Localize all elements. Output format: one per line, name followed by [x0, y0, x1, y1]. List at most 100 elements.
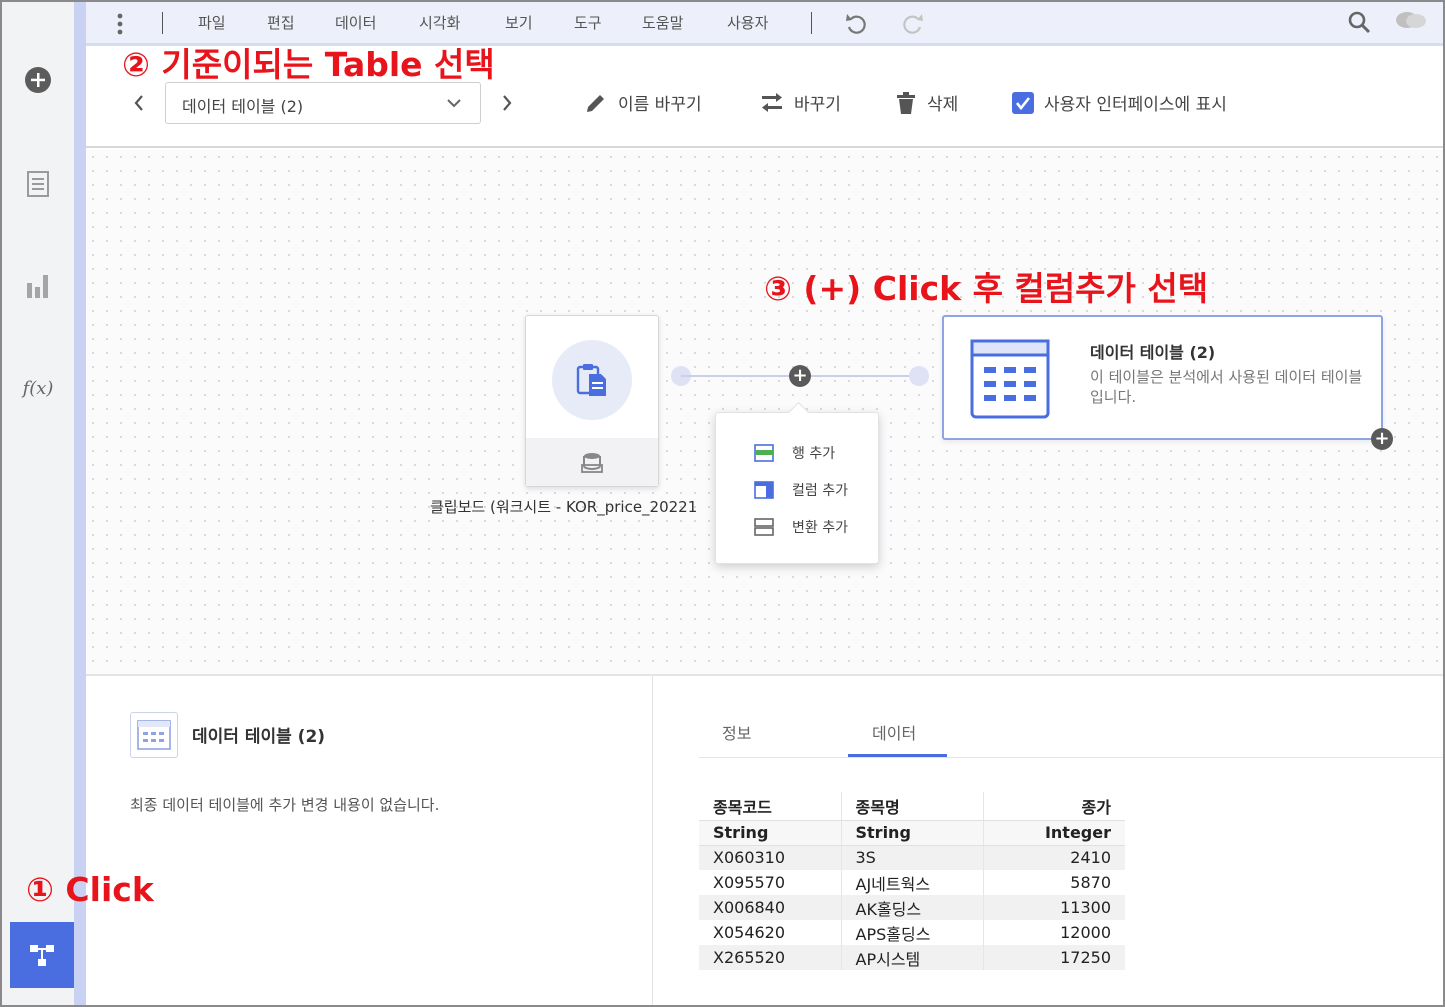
add-step-popup: 행 추가 컬럼 추가 변환 추가	[715, 412, 879, 564]
target-table-node[interactable]: 데이터 테이블 (2) 이 테이블은 분석에서 사용된 데이터 테이블입니다.	[942, 315, 1383, 440]
annotation-step-2: ② 기준이되는 Table 선택	[122, 45, 495, 84]
tab-data[interactable]: 데이터	[872, 720, 916, 744]
flow-diagram-icon	[30, 945, 54, 966]
column-type: String	[840, 820, 983, 846]
table-cell: X060310	[699, 845, 841, 870]
menu-view[interactable]: 보기	[505, 12, 533, 33]
panel-divider	[652, 676, 653, 1005]
database-icon	[581, 453, 603, 473]
data-preview-table: 종목코드 종목명 종가 String String Integer X06031…	[699, 792, 1125, 970]
table-cell: 3S	[840, 845, 983, 870]
add-transform-label: 변환 추가	[792, 520, 848, 536]
rename-label: 이름 바꾸기	[618, 95, 702, 115]
table-cell: X054620	[713, 923, 786, 942]
source-node-footer	[526, 438, 658, 486]
target-node-description: 이 테이블은 분석에서 사용된 데이터 테이블입니다.	[1090, 368, 1363, 406]
chevron-down-icon	[447, 99, 461, 108]
table-cell: 2410	[982, 845, 1125, 870]
table-cell: AP시스템	[840, 945, 983, 970]
add-column-label: 컬럼 추가	[792, 483, 848, 499]
menu-data[interactable]: 데이터	[335, 12, 376, 33]
document-icon[interactable]	[24, 170, 52, 198]
details-title: 데이터 테이블 (2)	[192, 727, 326, 747]
table-cell: AK홀딩스	[840, 895, 983, 920]
table-header-row: 종목코드 종목명 종가	[699, 792, 1125, 821]
trash-icon	[897, 91, 915, 114]
app-window: f(x) 파일 편집 데이터 시각화 보기 도구 도움말 사용자 데이터 테이블…	[0, 0, 1445, 1007]
menu-separator	[162, 12, 163, 34]
show-in-ui-checkbox[interactable]: 사용자 인터페이스에 표시	[1012, 90, 1227, 115]
add-icon[interactable]	[24, 66, 52, 94]
table-type-row: String String Integer	[699, 820, 1125, 846]
add-step-button[interactable]: +	[789, 365, 811, 387]
add-step-after-target-button[interactable]: +	[1371, 428, 1393, 450]
menu-separator	[811, 12, 812, 34]
chat-icon[interactable]	[1394, 10, 1428, 38]
tab-info[interactable]: 정보	[722, 720, 751, 744]
search-icon[interactable]	[1347, 10, 1371, 38]
add-transform-option[interactable]: 변환 추가	[754, 517, 848, 537]
menu-edit[interactable]: 편집	[267, 12, 295, 33]
column-header[interactable]: 종목코드	[699, 792, 841, 821]
table-cell: 17250	[982, 945, 1125, 970]
active-tab-indicator	[848, 754, 947, 757]
add-row-icon	[754, 444, 774, 462]
redo-icon[interactable]	[902, 11, 924, 39]
column-header[interactable]: 종가	[982, 792, 1125, 821]
menu-file[interactable]: 파일	[198, 12, 226, 33]
menu-help[interactable]: 도움말	[642, 12, 683, 33]
more-menu-icon[interactable]	[114, 12, 126, 36]
table-cell: X006840	[699, 895, 841, 920]
table-cell: 5870	[982, 870, 1125, 895]
table-row: X095570 AJ네트웍스 5870	[699, 870, 1125, 895]
sidebar-edge	[74, 2, 86, 1005]
source-node-caption: 클립보드 (워크시트 - KOR_price_20221	[430, 498, 698, 516]
delete-button[interactable]: 삭제	[895, 90, 958, 115]
menu-visualize[interactable]: 시각화	[419, 12, 460, 33]
next-table-icon[interactable]	[500, 93, 514, 117]
table-cell: X265520	[699, 945, 841, 970]
rename-button[interactable]: 이름 바꾸기	[584, 90, 702, 115]
bar-chart-icon[interactable]	[24, 272, 52, 300]
table-cell: 12000	[982, 920, 1125, 945]
connector-dot	[909, 366, 929, 386]
table-cell: X095570	[713, 873, 786, 892]
pencil-icon	[587, 94, 604, 112]
table-grid-icon	[970, 339, 1050, 419]
add-row-label: 행 추가	[792, 446, 836, 462]
clipboard-icon	[576, 364, 606, 396]
menu-user[interactable]: 사용자	[727, 12, 768, 33]
target-node-title: 데이터 테이블 (2)	[1090, 343, 1216, 362]
menu-tools[interactable]: 도구	[574, 12, 602, 33]
table-cell: APS홀딩스	[840, 920, 983, 945]
add-transform-icon	[754, 518, 774, 536]
table-row: X006840 AK홀딩스 11300	[699, 895, 1125, 920]
annotation-step-3: ③ (+) Click 후 컬럼추가 선택	[764, 269, 1209, 308]
add-column-icon	[754, 481, 774, 499]
column-type: String	[699, 820, 841, 846]
table-cell: 11300	[982, 895, 1125, 920]
replace-label: 바꾸기	[794, 95, 841, 115]
left-sidebar	[2, 2, 74, 1005]
data-canvas-button[interactable]	[10, 922, 74, 988]
source-node[interactable]	[525, 315, 659, 487]
add-column-option[interactable]: 컬럼 추가	[754, 480, 848, 500]
details-table-icon	[130, 712, 178, 758]
add-row-option[interactable]: 행 추가	[754, 443, 835, 463]
delete-label: 삭제	[927, 95, 959, 115]
swap-icon	[762, 92, 782, 112]
checkbox-checked-icon	[1012, 91, 1034, 114]
column-header[interactable]: 종목명	[840, 792, 983, 821]
replace-button[interactable]: 바꾸기	[760, 90, 841, 115]
table-row: X060310 3S 2410	[699, 845, 1125, 870]
table-select-value: 데이터 테이블 (2)	[182, 97, 304, 116]
column-type: Integer	[982, 820, 1125, 846]
table-row: X265520 AP시스템 17250	[699, 945, 1125, 970]
annotation-step-1: ① Click	[26, 870, 154, 909]
prev-table-icon[interactable]	[132, 93, 146, 117]
undo-icon[interactable]	[845, 11, 867, 39]
function-label: f(x)	[22, 377, 54, 399]
details-message: 최종 데이터 테이블에 추가 변경 내용이 없습니다.	[130, 796, 440, 814]
table-select-dropdown[interactable]: 데이터 테이블 (2)	[165, 82, 481, 124]
function-icon[interactable]: f(x)	[22, 374, 54, 402]
